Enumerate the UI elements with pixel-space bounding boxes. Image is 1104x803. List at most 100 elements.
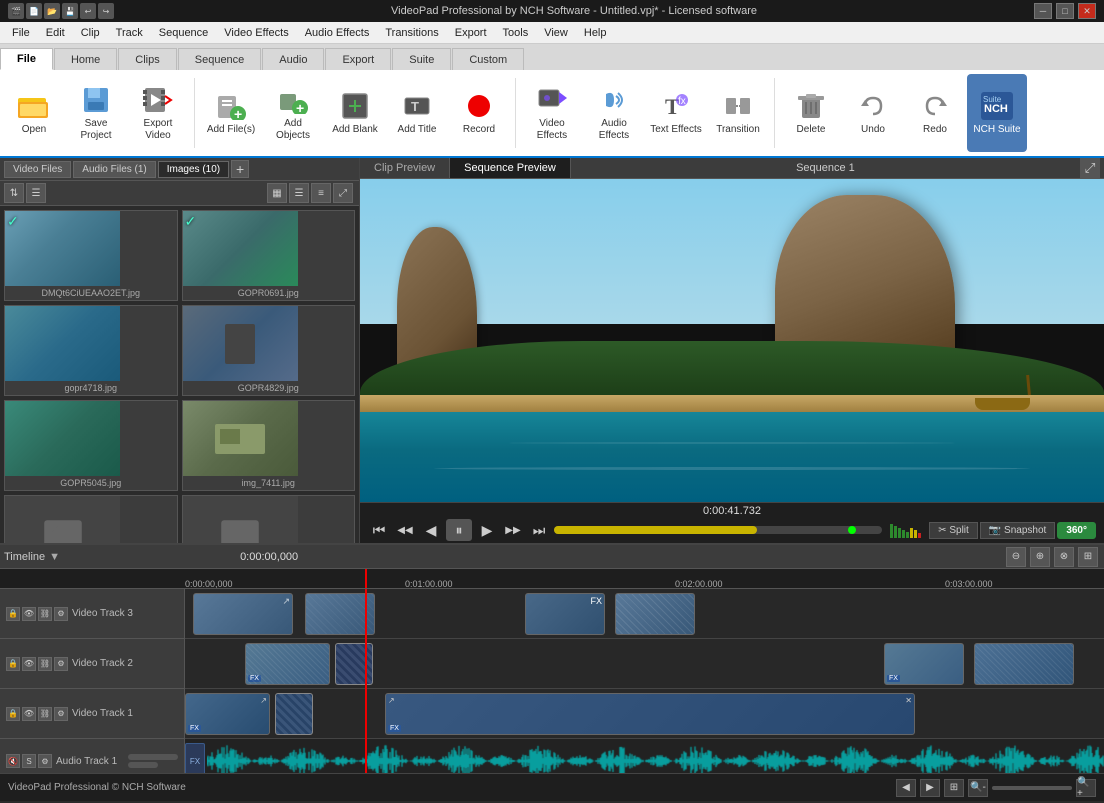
track-clip[interactable] [335, 643, 373, 685]
ribbon-tab-export[interactable]: Export [325, 48, 391, 70]
ribbon-tab-file[interactable]: File [0, 48, 53, 70]
toolbar-icon-new[interactable]: 📄 [26, 3, 42, 19]
menu-sequence[interactable]: Sequence [151, 25, 217, 41]
track-eye-v1[interactable]: 👁 [22, 707, 36, 721]
transition-button[interactable]: Transition [708, 74, 768, 152]
track-clip[interactable]: ↗ FX ✕ [385, 693, 915, 735]
track-clip[interactable]: ↗ FX [185, 693, 270, 735]
toolbar-icon-open[interactable]: 📂 [44, 3, 60, 19]
track-clip[interactable] [275, 693, 313, 735]
track-cfg-v2[interactable]: ⚙ [54, 657, 68, 671]
window-controls[interactable]: ─ □ ✕ [1034, 3, 1096, 19]
zoom-slider[interactable] [992, 786, 1072, 790]
menu-file[interactable]: File [4, 25, 38, 41]
toolbar-icon-redo[interactable]: ↪ [98, 3, 114, 19]
sequence-preview-tab[interactable]: Sequence Preview [450, 158, 571, 178]
maximize-button[interactable]: □ [1056, 3, 1074, 19]
menu-track[interactable]: Track [108, 25, 151, 41]
menu-video-effects[interactable]: Video Effects [216, 25, 296, 41]
list-item[interactable] [4, 495, 178, 543]
add-tab-button[interactable]: + [231, 160, 249, 178]
track-solo-a1[interactable]: S [22, 754, 36, 768]
track-clip[interactable] [974, 643, 1074, 685]
zoom-out-btn[interactable]: 🔍- [968, 779, 988, 797]
open-button[interactable]: Open [4, 74, 64, 152]
zoom-in-btn[interactable]: 🔍+ [1076, 779, 1096, 797]
ribbon-tab-suite[interactable]: Suite [392, 48, 451, 70]
list-item[interactable]: GOPR4829.jpg [182, 305, 356, 396]
list-item[interactable]: img_7411.jpg [182, 400, 356, 491]
timeline-tool-1[interactable]: ⊖ [1006, 547, 1026, 567]
track-pan-slider[interactable] [128, 762, 158, 768]
track-eye-v2[interactable]: 👁 [22, 657, 36, 671]
timeline-tool-2[interactable]: ⊕ [1030, 547, 1050, 567]
menu-audio-effects[interactable]: Audio Effects [297, 25, 378, 41]
tab-audio-files[interactable]: Audio Files (1) [73, 161, 155, 178]
track-eye-v3[interactable]: 👁 [22, 607, 36, 621]
timeline-ruler[interactable]: 0:00:00,000 0:01:00.000 0:02:00.000 0:03… [0, 569, 1104, 589]
ribbon-tab-clips[interactable]: Clips [118, 48, 176, 70]
redo-button[interactable]: Redo [905, 74, 965, 152]
timeline-tool-4[interactable]: ⊞ [1078, 547, 1098, 567]
pause-button[interactable]: ⏸ [446, 519, 472, 541]
track-cfg-v3[interactable]: ⚙ [54, 607, 68, 621]
ribbon-tab-custom[interactable]: Custom [452, 48, 524, 70]
menu-view[interactable]: View [536, 25, 576, 41]
track-vol-slider[interactable] [128, 754, 178, 760]
detail-view-btn[interactable]: ≡ [311, 183, 331, 203]
list-item[interactable]: ✓ DMQt6CiUEAAO2ET.jpg [4, 210, 178, 301]
close-button[interactable]: ✕ [1078, 3, 1096, 19]
filter-icon[interactable]: ☰ [26, 183, 46, 203]
ribbon-tab-audio[interactable]: Audio [262, 48, 324, 70]
list-item[interactable]: ✓ GOPR0691.jpg [182, 210, 356, 301]
add-title-button[interactable]: T Add Title [387, 74, 447, 152]
record-button[interactable]: Record [449, 74, 509, 152]
add-objects-button[interactable]: + Add Objects [263, 74, 323, 152]
rewind-button[interactable]: ◀ [420, 519, 442, 541]
tab-images[interactable]: Images (10) [158, 161, 229, 178]
video-effects-button[interactable]: Video Effects [522, 74, 582, 152]
snapshot-button[interactable]: 📷 Snapshot [980, 522, 1056, 539]
tab-video-files[interactable]: Video Files [4, 161, 71, 178]
list-item[interactable]: gopr4718.jpg [4, 305, 178, 396]
menu-clip[interactable]: Clip [73, 25, 108, 41]
360-button[interactable]: 360° [1057, 522, 1096, 539]
track-clip[interactable] [615, 593, 695, 635]
track-lock-v1[interactable]: 🔒 [6, 707, 20, 721]
sort-icon[interactable]: ⇅ [4, 183, 24, 203]
delete-button[interactable]: Delete [781, 74, 841, 152]
track-link-v2[interactable]: ⛓ [38, 657, 52, 671]
track-mute-a1[interactable]: 🔇 [6, 754, 20, 768]
prev-frame-button[interactable]: ◀◀ [394, 519, 416, 541]
ribbon-tab-home[interactable]: Home [54, 48, 117, 70]
text-effects-button[interactable]: Tfx Text Effects [646, 74, 706, 152]
expand-preview-button[interactable]: ⤢ [1080, 158, 1100, 178]
next-frame-button[interactable]: ▶▶ [502, 519, 524, 541]
track-cfg-v1[interactable]: ⚙ [54, 707, 68, 721]
minimize-button[interactable]: ─ [1034, 3, 1052, 19]
menu-export[interactable]: Export [447, 25, 495, 41]
nch-suite-button[interactable]: NCHSuite NCH Suite [967, 74, 1027, 152]
play-button[interactable]: ▶ [476, 519, 498, 541]
undo-button[interactable]: Undo [843, 74, 903, 152]
menu-edit[interactable]: Edit [38, 25, 73, 41]
track-clip[interactable]: ↗ [193, 593, 293, 635]
list-item[interactable]: GOPR5045.jpg [4, 400, 178, 491]
fit-timeline-btn[interactable]: ⊞ [944, 779, 964, 797]
timeline-dropdown[interactable]: ▼ [49, 551, 60, 563]
scroll-left-btn[interactable]: ◀ [896, 779, 916, 797]
split-button[interactable]: ✂ Split [929, 522, 978, 539]
skip-to-end-button[interactable]: ⏭ [528, 519, 550, 541]
progress-bar[interactable] [554, 526, 882, 534]
audio-effects-button[interactable]: Audio Effects [584, 74, 644, 152]
list-view-btn[interactable]: ☰ [289, 183, 309, 203]
ribbon-tab-sequence[interactable]: Sequence [178, 48, 262, 70]
toolbar-icon-save[interactable]: 💾 [62, 3, 78, 19]
add-files-button[interactable]: + Add File(s) [201, 74, 261, 152]
save-project-button[interactable]: Save Project [66, 74, 126, 152]
add-blank-button[interactable]: Add Blank [325, 74, 385, 152]
scroll-right-btn[interactable]: ▶ [920, 779, 940, 797]
menu-tools[interactable]: Tools [495, 25, 537, 41]
track-link-v3[interactable]: ⛓ [38, 607, 52, 621]
track-clip[interactable]: FX [245, 643, 330, 685]
